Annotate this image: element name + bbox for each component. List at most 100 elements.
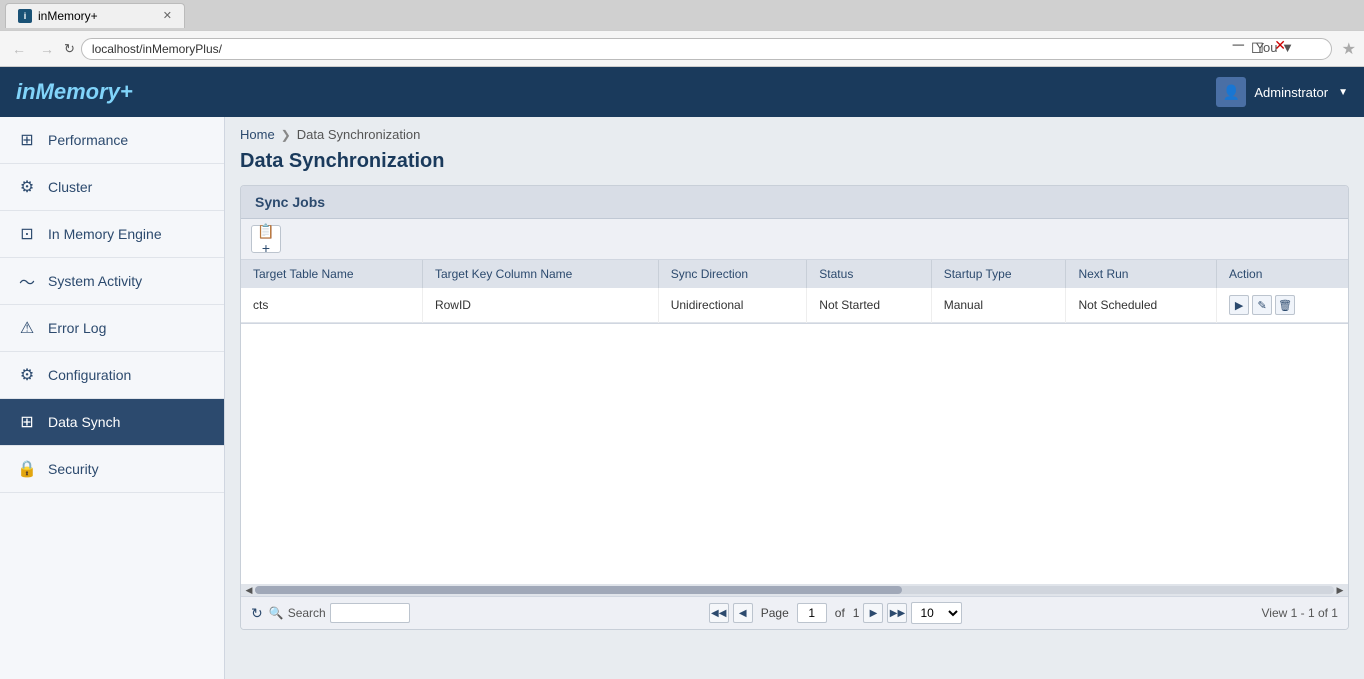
cell-next-run: Not Scheduled xyxy=(1066,288,1217,323)
refresh-button[interactable]: ↻ xyxy=(251,605,263,622)
breadcrumb-home[interactable]: Home xyxy=(240,127,275,142)
scroll-left-arrow[interactable]: ◀ xyxy=(243,584,255,596)
sync-jobs-card-header: Sync Jobs xyxy=(241,186,1348,219)
sync-jobs-table-wrapper: Target Table Name Target Key Column Name… xyxy=(241,260,1348,324)
content-area: Home ❯ Data Synchronization Data Synchro… xyxy=(225,117,1364,679)
page-title: Data Synchronization xyxy=(240,150,1349,173)
scroll-right-arrow[interactable]: ▶ xyxy=(1334,584,1346,596)
data-synch-icon: ⊞ xyxy=(16,411,38,433)
action-buttons: ▶ ✎ 🗑 xyxy=(1229,295,1336,315)
col-target-key-column-name: Target Key Column Name xyxy=(422,260,658,288)
prev-page-button[interactable]: ◀ xyxy=(733,603,753,623)
scrollbar-track[interactable] xyxy=(255,586,1334,594)
horizontal-scrollbar[interactable]: ◀ ▶ xyxy=(241,584,1348,596)
header-right: 👤 Adminstrator ▼ xyxy=(1216,77,1348,107)
col-action: Action xyxy=(1217,260,1348,288)
of-label: of xyxy=(835,606,845,620)
minimize-icon[interactable]: ─ xyxy=(1233,37,1244,55)
cell-target-key: RowID xyxy=(422,288,658,323)
add-icon: 📋+ xyxy=(257,223,274,256)
app-logo: inMemory+ xyxy=(16,79,133,105)
tab-bar: i inMemory+ ✕ xyxy=(0,0,1364,30)
sync-jobs-table: Target Table Name Target Key Column Name… xyxy=(241,260,1348,323)
pagination-bar: ↻ 🔍 Search ◀◀ ◀ Page of 1 xyxy=(241,596,1348,629)
search-label: Search xyxy=(288,606,326,620)
in-memory-engine-icon: ⊡ xyxy=(16,223,38,245)
main-layout: ⊞ Performance ⚙ Cluster ⊡ In Memory Engi… xyxy=(0,117,1364,679)
first-page-button[interactable]: ◀◀ xyxy=(709,603,729,623)
forward-button[interactable]: → xyxy=(36,39,58,59)
sidebar-item-security[interactable]: 🔒 Security xyxy=(0,446,224,493)
sidebar-item-label-cluster: Cluster xyxy=(48,179,92,195)
cell-action: ▶ ✎ 🗑 xyxy=(1217,288,1348,323)
reload-button[interactable]: ↻ xyxy=(64,41,75,57)
search-box: 🔍 Search xyxy=(269,603,410,623)
user-dropdown-arrow[interactable]: ▼ xyxy=(1338,87,1348,98)
delete-button[interactable]: 🗑 xyxy=(1275,295,1295,315)
sidebar-item-label-in-memory-engine: In Memory Engine xyxy=(48,226,162,242)
address-bar: ← → ↻ ★ You ▼ ─ ◻ ✕ xyxy=(0,30,1364,66)
cell-target-table: cts xyxy=(241,288,422,323)
sync-jobs-card: Sync Jobs 📋+ Target Table Name Target Ke… xyxy=(240,185,1349,630)
maximize-icon[interactable]: ◻ xyxy=(1251,37,1264,57)
security-icon: 🔒 xyxy=(16,458,38,480)
cell-startup-type: Manual xyxy=(931,288,1066,323)
table-row: cts RowID Unidirectional Not Started Man… xyxy=(241,288,1348,323)
performance-icon: ⊞ xyxy=(16,129,38,151)
breadcrumb-separator: ❯ xyxy=(281,128,291,142)
page-number-input[interactable] xyxy=(797,603,827,623)
next-page-button[interactable]: ▶ xyxy=(863,603,883,623)
table-header-row: Target Table Name Target Key Column Name… xyxy=(241,260,1348,288)
sidebar-item-error-log[interactable]: ⚠ Error Log xyxy=(0,305,224,352)
configuration-icon: ⚙ xyxy=(16,364,38,386)
tab-close-button[interactable]: ✕ xyxy=(163,9,172,22)
back-button[interactable]: ← xyxy=(8,39,30,59)
sidebar-item-configuration[interactable]: ⚙ Configuration xyxy=(0,352,224,399)
window-close-icon[interactable]: ✕ xyxy=(1274,37,1286,54)
sidebar-item-label-performance: Performance xyxy=(48,132,128,148)
view-info: View 1 - 1 of 1 xyxy=(1261,606,1338,620)
sidebar-item-performance[interactable]: ⊞ Performance xyxy=(0,117,224,164)
last-page-button[interactable]: ▶▶ xyxy=(887,603,907,623)
breadcrumb: Home ❯ Data Synchronization xyxy=(240,127,1349,142)
search-icon: 🔍 xyxy=(269,606,284,620)
sidebar-item-cluster[interactable]: ⚙ Cluster xyxy=(0,164,224,211)
cell-sync-direction: Unidirectional xyxy=(658,288,807,323)
user-avatar-icon: 👤 xyxy=(1223,84,1240,101)
error-log-icon: ⚠ xyxy=(16,317,38,339)
col-startup-type: Startup Type xyxy=(931,260,1066,288)
app-wrapper: inMemory+ 👤 Adminstrator ▼ ⊞ Performance… xyxy=(0,67,1364,679)
add-sync-job-button[interactable]: 📋+ xyxy=(251,225,281,253)
browser-chrome: i inMemory+ ✕ ← → ↻ ★ You ▼ ─ ◻ ✕ xyxy=(0,0,1364,67)
search-input[interactable] xyxy=(330,603,410,623)
edit-button[interactable]: ✎ xyxy=(1252,295,1272,315)
sidebar-item-system-activity[interactable]: 〜 System Activity xyxy=(0,258,224,305)
pagination-left: ↻ 🔍 Search xyxy=(251,603,410,623)
sidebar-item-data-synch[interactable]: ⊞ Data Synch xyxy=(0,399,224,446)
col-status: Status xyxy=(807,260,931,288)
page-size-select[interactable]: 10 25 50 100 xyxy=(911,602,962,624)
app-header: inMemory+ 👤 Adminstrator ▼ xyxy=(0,67,1364,117)
sidebar-item-label-system-activity: System Activity xyxy=(48,273,142,289)
scrollbar-thumb[interactable] xyxy=(255,586,902,594)
play-button[interactable]: ▶ xyxy=(1229,295,1249,315)
bookmark-icon[interactable]: ★ xyxy=(1342,39,1356,59)
col-sync-direction: Sync Direction xyxy=(658,260,807,288)
tab-favicon: i xyxy=(18,9,32,23)
sidebar-item-label-configuration: Configuration xyxy=(48,367,131,383)
col-target-table-name: Target Table Name xyxy=(241,260,422,288)
table-empty-space xyxy=(241,324,1348,584)
address-input[interactable] xyxy=(81,38,1332,60)
user-avatar: 👤 xyxy=(1216,77,1246,107)
breadcrumb-current: Data Synchronization xyxy=(297,127,421,142)
sidebar-item-label-data-synch: Data Synch xyxy=(48,414,120,430)
system-activity-icon: 〜 xyxy=(16,270,38,292)
card-toolbar: 📋+ xyxy=(241,219,1348,260)
cluster-icon: ⚙ xyxy=(16,176,38,198)
page-label: Page xyxy=(761,606,789,620)
sidebar-item-label-security: Security xyxy=(48,461,99,477)
total-pages: 1 xyxy=(853,606,860,620)
sidebar-item-label-error-log: Error Log xyxy=(48,320,106,336)
browser-tab[interactable]: i inMemory+ ✕ xyxy=(5,3,185,28)
sidebar-item-in-memory-engine[interactable]: ⊡ In Memory Engine xyxy=(0,211,224,258)
